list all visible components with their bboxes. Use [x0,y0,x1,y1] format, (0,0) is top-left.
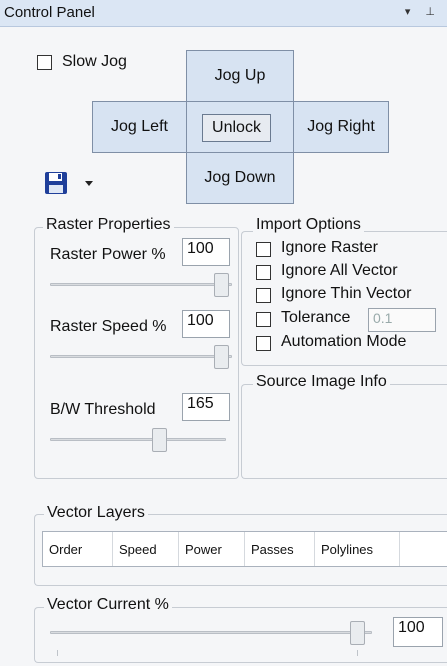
raster-power-label: Raster Power % [50,246,166,263]
vector-current-slider-track[interactable] [50,631,372,634]
import-options-legend: Import Options [253,216,364,234]
bw-threshold-input[interactable]: 165 [182,393,230,421]
jog-left-button[interactable]: Jog Left [92,101,187,153]
raster-power-slider-track[interactable] [50,283,232,286]
ignore-thin-vector-label: Ignore Thin Vector [281,285,412,302]
vector-current-input[interactable]: 100 [393,617,443,647]
floppy-disk-icon [45,172,67,194]
bw-threshold-label: B/W Threshold [50,401,156,418]
raster-speed-input[interactable]: 100 [182,310,230,338]
ignore-thin-vector-checkbox[interactable] [256,288,271,303]
ignore-raster-label: Ignore Raster [281,239,378,256]
automation-mode-checkbox[interactable] [256,336,271,351]
column-header-speed[interactable]: Speed [113,532,179,566]
vector-current-group [34,607,447,663]
column-header-order[interactable]: Order [43,532,113,566]
tolerance-checkbox[interactable] [256,312,271,327]
bw-threshold-slider-thumb[interactable] [152,428,167,452]
ignore-raster-checkbox[interactable] [256,242,271,257]
raster-speed-slider-thumb[interactable] [214,345,229,369]
vector-current-slider-thumb[interactable] [350,621,365,645]
unlock-button[interactable]: Unlock [202,114,271,142]
pin-dropdown-icon[interactable]: ▾ ⊥ [405,5,441,18]
column-header-polylines[interactable]: Polylines [315,532,400,566]
slow-jog-label: Slow Jog [62,53,127,70]
automation-mode-label: Automation Mode [281,333,407,350]
source-image-info-legend: Source Image Info [253,373,390,391]
raster-properties-legend: Raster Properties [43,216,174,234]
column-header-power[interactable]: Power [179,532,245,566]
tolerance-label: Tolerance [281,309,351,326]
title-bar: Control Panel ▾ ⊥ [0,0,447,27]
raster-speed-label: Raster Speed % [50,318,167,335]
slider-tick [57,650,58,656]
tolerance-input[interactable]: 0.1 [368,308,436,332]
control-panel: Control Panel ▾ ⊥ Slow Jog Jog Up Jog Le… [0,0,447,666]
source-image-info-group [241,384,447,479]
slow-jog-checkbox[interactable] [37,55,52,70]
slider-tick [357,650,358,656]
save-split-button[interactable] [42,169,102,197]
ignore-all-vector-checkbox[interactable] [256,265,271,280]
column-header-passes[interactable]: Passes [245,532,315,566]
jog-right-button[interactable]: Jog Right [293,101,389,153]
panel-title: Control Panel [4,4,95,21]
raster-power-slider-thumb[interactable] [214,273,229,297]
vector-layers-legend: Vector Layers [44,504,148,522]
vector-current-legend: Vector Current % [44,596,172,614]
jog-up-button[interactable]: Jog Up [186,50,294,102]
vector-layers-table[interactable]: Order Speed Power Passes Polylines [42,531,447,567]
jog-down-button[interactable]: Jog Down [186,152,294,204]
raster-speed-slider-track[interactable] [50,355,232,358]
chevron-down-icon [85,181,93,186]
bw-threshold-slider-track[interactable] [50,438,226,441]
raster-power-input[interactable]: 100 [182,238,230,266]
ignore-all-vector-label: Ignore All Vector [281,262,398,279]
